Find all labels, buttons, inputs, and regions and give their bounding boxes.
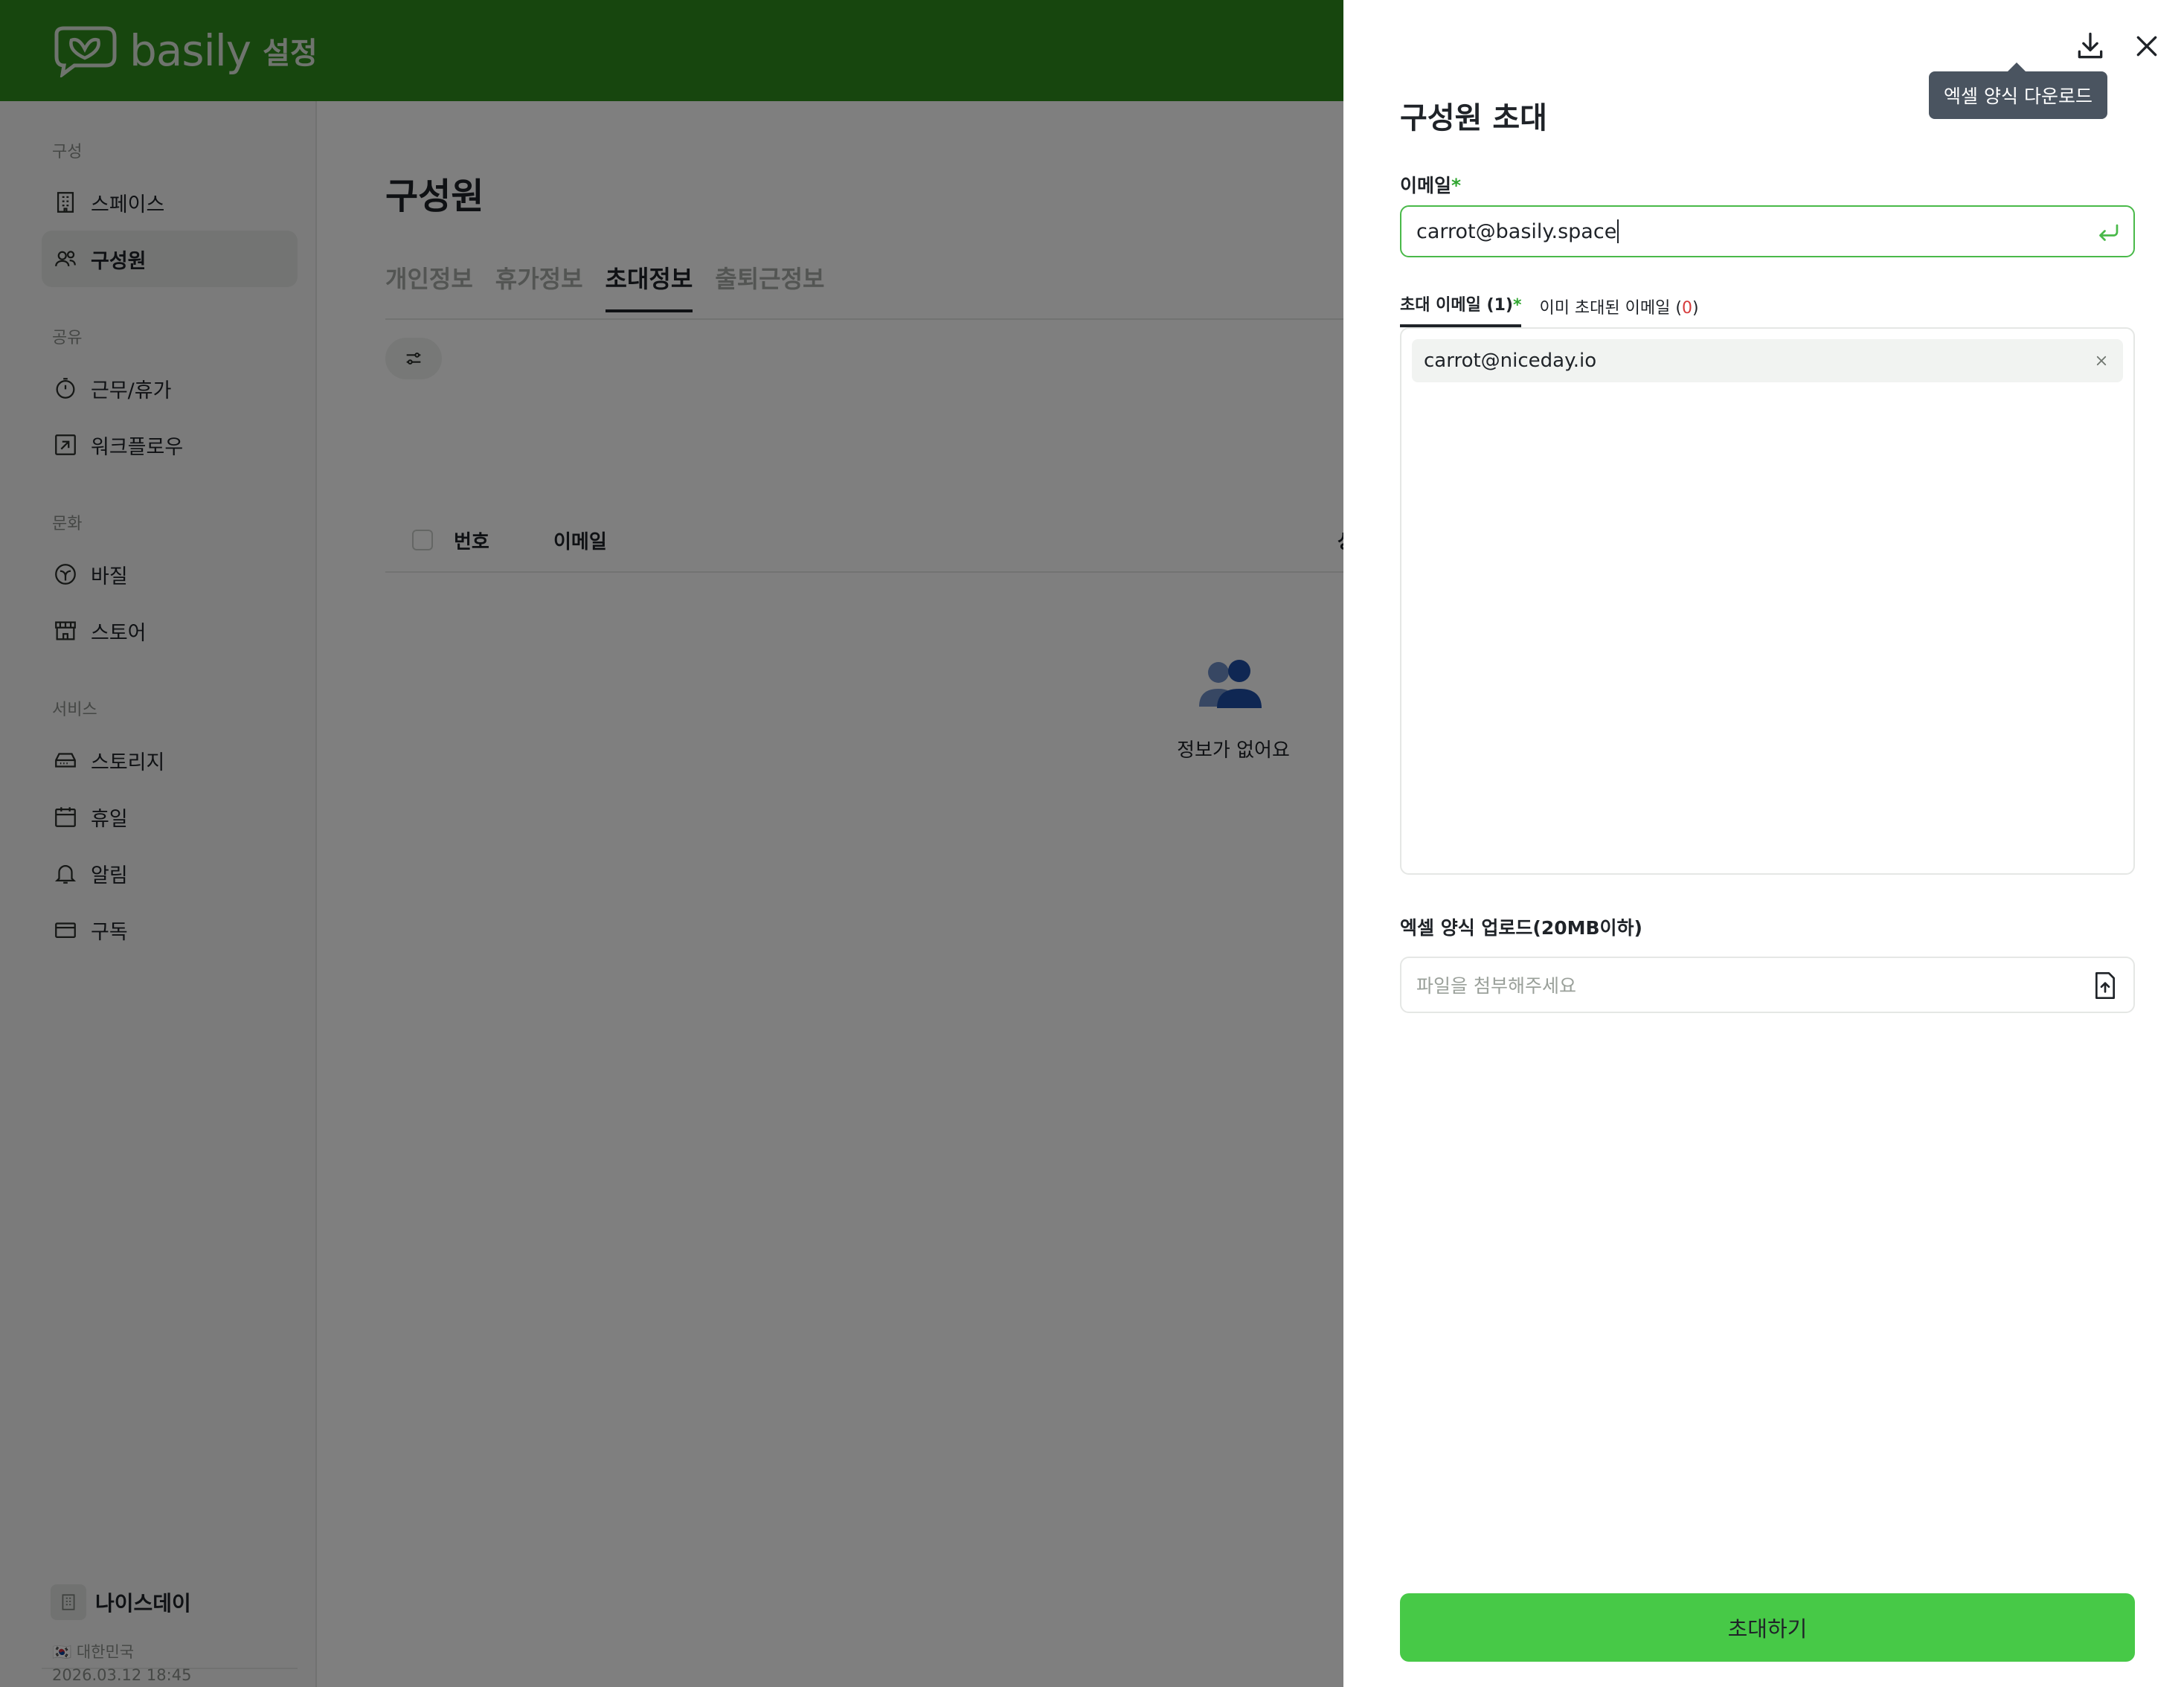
already-invited-count: 0: [1681, 299, 1692, 318]
invite-email-list: carrot@niceday.io: [1400, 327, 2135, 875]
close-button[interactable]: [2124, 24, 2169, 68]
invite-email: carrot@niceday.io: [1424, 350, 1597, 372]
required-mark: *: [1512, 296, 1522, 315]
email-label: 이메일*: [1400, 171, 1461, 198]
file-upload-field[interactable]: 파일을 첨부해주세요: [1400, 957, 2135, 1013]
email-input-value: carrot@basily.space: [1416, 219, 1617, 243]
email-input[interactable]: carrot@basily.space: [1400, 205, 2135, 257]
remove-email-button[interactable]: [2090, 350, 2113, 372]
upload-placeholder: 파일을 첨부해주세요: [1416, 975, 1576, 997]
tab-already-invited-close: ): [1692, 299, 1699, 318]
invite-drawer: 엑셀 양식 다운로드 구성원 초대 이메일* carrot@basily.spa…: [1343, 0, 2184, 1687]
drawer-title: 구성원 초대: [1400, 101, 1547, 135]
download-icon: [2078, 32, 2103, 59]
tab-invite-emails[interactable]: 초대 이메일 (1)*: [1400, 292, 1522, 327]
tab-invite-emails-label: 초대 이메일 (1): [1400, 296, 1513, 315]
modal-backdrop[interactable]: [0, 0, 1343, 1687]
download-tooltip: 엑셀 양식 다운로드: [1929, 62, 2107, 119]
text-cursor: [1617, 219, 1619, 243]
required-mark: *: [1451, 175, 1462, 196]
download-template-button[interactable]: [2068, 24, 2113, 68]
invite-submit-button[interactable]: 초대하기: [1400, 1593, 2135, 1662]
enter-icon[interactable]: [2095, 219, 2122, 245]
upload-label: 엑셀 양식 업로드(20MB이하): [1400, 917, 1642, 939]
invite-subtabs: 초대 이메일 (1)* 이미 초대된 이메일 (0): [1400, 292, 1715, 327]
close-icon: [2136, 36, 2157, 57]
email-label-text: 이메일: [1400, 175, 1452, 196]
list-item: carrot@niceday.io: [1412, 339, 2123, 382]
file-upload-icon[interactable]: [2090, 970, 2120, 1001]
tab-already-invited[interactable]: 이미 초대된 이메일 (0): [1539, 295, 1698, 327]
close-icon: [2096, 356, 2107, 366]
tab-already-invited-label: 이미 초대된 이메일 (: [1539, 299, 1682, 318]
